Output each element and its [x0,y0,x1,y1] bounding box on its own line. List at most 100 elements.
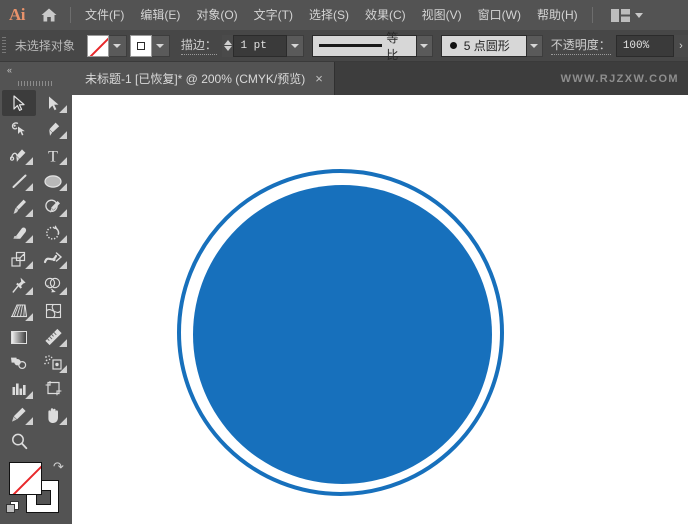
tool-eraser[interactable] [2,220,36,246]
type-icon: T [48,148,58,164]
tool-perspective-grid[interactable] [2,298,36,324]
tool-symbol-sprayer[interactable] [36,350,70,376]
tool-direct-selection[interactable] [36,90,70,116]
symbol-sprayer-icon [44,355,62,370]
stroke-dropdown-button[interactable] [151,34,170,57]
shape-builder-icon [44,277,61,293]
tool-rotate[interactable] [36,220,70,246]
watermark-text: WWW.RJZXW.COM [560,72,679,85]
chevron-down-icon [156,43,165,48]
stroke-weight-label[interactable]: 描边： [180,36,217,55]
tool-scale[interactable] [2,246,36,272]
menu-select[interactable]: 选择(S) [301,0,357,30]
tool-column-graph[interactable] [2,376,36,402]
tool-type[interactable]: T [36,142,70,168]
tool-slice[interactable] [2,402,36,428]
tool-free-transform[interactable] [2,272,36,298]
swap-fill-stroke-icon[interactable]: ↶ [53,459,64,475]
stroke-weight-stepper[interactable] [221,34,234,57]
line-segment-icon [12,174,26,188]
fill-dropdown-button[interactable] [108,34,127,57]
collapse-panel-button[interactable]: « [0,62,72,77]
brush-dropdown-button[interactable] [526,34,543,57]
tool-selection[interactable] [2,90,36,116]
menu-object[interactable]: 对象(O) [188,0,245,30]
blend-icon [11,357,27,370]
stepper-down-icon[interactable] [223,46,232,51]
tool-shaper[interactable] [36,194,70,220]
tool-line-segment[interactable] [2,168,36,194]
document-tab[interactable]: 未标题-1 [已恢复]* @ 200% (CMYK/预览) × [72,62,335,95]
control-bar-drag-grip[interactable] [0,30,9,62]
menu-effect[interactable]: 效果(C) [357,0,414,30]
tool-grid: T [0,90,72,454]
artboard-icon [45,381,61,396]
tool-curvature[interactable] [2,142,36,168]
svg-text:T: T [48,148,58,164]
selection-status-label: 未选择对象 [14,39,75,53]
fill-color-box[interactable] [9,462,42,495]
chevron-down-icon [530,43,539,48]
app-logo: Ai [9,5,26,24]
tool-blend[interactable] [2,350,36,376]
document-tab-bar: 未标题-1 [已恢复]* @ 200% (CMYK/预览) × WWW.RJZX… [72,62,688,95]
opacity-input[interactable]: 100% [615,34,674,57]
menu-view[interactable]: 视图(V) [414,0,470,30]
document-tab-title: 未标题-1 [已恢复]* @ 200% (CMYK/预览) [85,72,306,86]
default-fill-stroke-icon[interactable] [6,501,20,515]
control-bar: 未选择对象 描边： 1 pt 等比 5 点圆形 不透明度： 100% › [0,30,688,62]
stroke-weight-input[interactable]: 1 pt [233,34,288,57]
tool-eyedropper[interactable] [36,324,70,350]
artboard-canvas[interactable] [72,95,688,524]
tool-hand[interactable] [36,402,70,428]
menu-edit[interactable]: 编辑(E) [132,0,188,30]
tool-magic-wand[interactable] [2,116,36,142]
menu-window[interactable]: 窗口(W) [470,0,529,30]
none-slash-icon [10,463,41,494]
stroke-profile-dropdown-button[interactable] [416,34,433,57]
menu-separator [70,7,71,23]
tool-zoom[interactable] [2,428,36,454]
stroke-weight-dropdown-button[interactable] [287,34,304,57]
tool-ellipse[interactable] [36,168,70,194]
tool-gradient[interactable] [2,324,36,350]
tool-pen[interactable] [36,116,70,142]
stroke-profile-label: 等比 [386,30,399,62]
stepper-up-icon[interactable] [223,40,232,45]
home-icon[interactable] [34,0,64,30]
close-icon[interactable]: × [315,72,323,85]
tool-shape-builder[interactable] [36,272,70,298]
puppet-warp-pin-icon [12,277,26,293]
menu-separator-2 [591,7,593,23]
opacity-expand-button[interactable]: › [673,34,688,57]
tool-width[interactable] [36,246,70,272]
chevron-down-icon [291,43,300,48]
stroke-color-control[interactable] [129,34,170,57]
fill-swatch[interactable] [86,34,109,57]
hand-icon [47,407,58,423]
stroke-profile-select[interactable]: 等比 [311,31,417,62]
brush-definition-select[interactable]: 5 点圆形 [440,34,527,57]
menu-type[interactable]: 文字(T) [246,0,301,30]
width-tool-icon [43,252,63,264]
stroke-swatch[interactable] [129,34,152,57]
eraser-icon [12,227,26,239]
tool-mesh[interactable] [36,298,70,324]
opacity-label[interactable]: 不透明度： [550,36,611,55]
selection-arrow-icon [12,94,25,111]
perspective-grid-icon [11,304,28,318]
stroke-profile-preview-icon [318,44,383,47]
tool-paintbrush[interactable] [2,194,36,220]
ellipse-icon [44,174,62,188]
arrange-documents-button[interactable] [607,8,647,22]
magic-wand-icon [11,121,25,135]
inner-filled-circle[interactable] [193,185,492,484]
menu-help[interactable]: 帮助(H) [529,0,586,30]
tools-panel-drag-grip[interactable] [0,77,72,90]
menu-file[interactable]: 文件(F) [77,0,132,30]
chevron-down-icon [420,43,429,48]
gradient-icon [11,330,27,344]
fill-color-control[interactable] [86,34,127,57]
tool-artboard[interactable] [36,376,70,402]
menu-bar: Ai 文件(F) 编辑(E) 对象(O) 文字(T) 选择(S) 效果(C) 视… [0,0,688,30]
